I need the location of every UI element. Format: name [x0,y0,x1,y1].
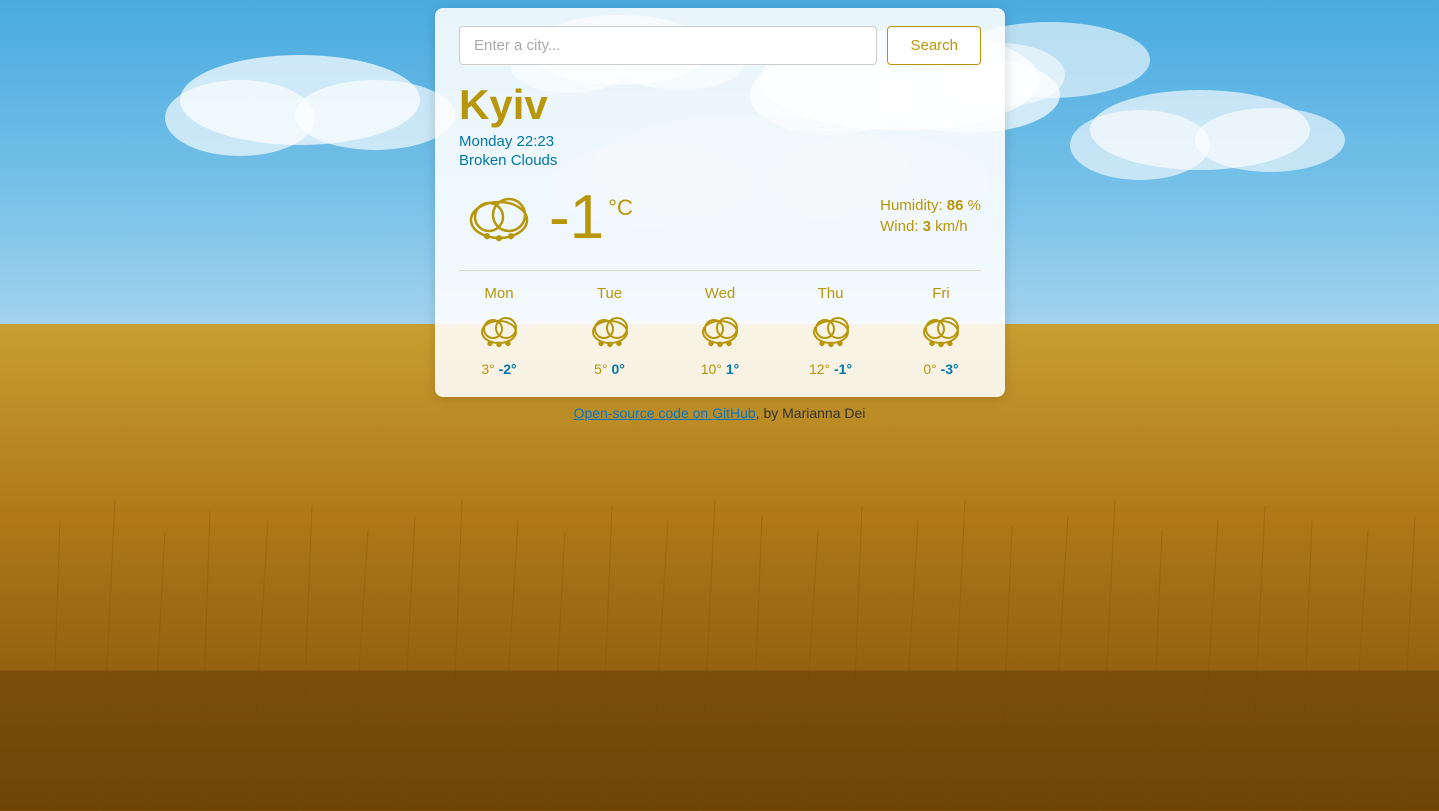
forecast-temps: 5° 0° [594,361,625,377]
forecast-day-thu: Thu * * * 12° -1° [791,285,871,377]
svg-text:*: * [949,342,952,349]
forecast-day-wed: Wed * * * 10° 1° [680,285,760,377]
forecast-icon: * * * [585,308,635,355]
svg-text:*: * [710,342,713,349]
github-link[interactable]: Open-source code on GitHub [574,405,756,421]
city-name: Kyiv [459,81,981,129]
temperature-display: -1 °C [549,187,633,249]
svg-text:*: * [507,342,510,349]
forecast-high: 3° [481,361,494,377]
forecast-icon: * * * [916,308,966,355]
footer: Open-source code on GitHub, by Marianna … [0,405,1439,421]
wheat-field [0,324,1439,811]
forecast-temps: 3° -2° [481,361,516,377]
forecast-day-label: Mon [484,285,513,302]
svg-text:*: * [617,342,620,349]
svg-text:*: * [599,342,602,349]
forecast-icon: * * * [695,308,745,355]
svg-text:*: * [608,343,611,350]
forecast-high: 0° [923,361,936,377]
datetime-display: Monday 22:23 [459,133,981,150]
forecast-day-fri: Fri * * * 0° -3° [901,285,981,377]
svg-text:*: * [497,235,501,245]
city-search-input[interactable] [459,26,877,65]
forecast-day-tue: Tue * * * 5° 0° [570,285,650,377]
forecast-temps: 10° 1° [701,361,739,377]
temperature-unit: °C [608,195,633,221]
humidity-stat: Humidity: 86 % [880,197,981,214]
svg-text:*: * [498,343,501,350]
forecast-day-label: Wed [705,285,736,302]
svg-text:*: * [728,342,731,349]
svg-text:*: * [820,342,823,349]
svg-text:*: * [838,342,841,349]
weather-condition: Broken Clouds [459,152,981,169]
forecast-low: 0° [611,361,624,377]
forecast-day-label: Fri [932,285,950,302]
wind-stat: Wind: 3 km/h [880,218,981,235]
svg-text:*: * [509,233,513,243]
forecast-icon: * * * [806,308,856,355]
forecast-low: -1° [834,361,852,377]
svg-text:*: * [489,342,492,349]
forecast-high: 10° [701,361,722,377]
weather-stats: Humidity: 86 % Wind: 3 km/h [880,197,981,239]
svg-text:*: * [829,343,832,350]
forecast-low: 1° [726,361,739,377]
svg-text:*: * [931,342,934,349]
forecast-temps: 12° -1° [809,361,852,377]
svg-text:*: * [940,343,943,350]
forecast-temps: 0° -3° [923,361,958,377]
weather-card: Search Kyiv Monday 22:23 Broken Clouds *… [435,8,1005,397]
forecast-low: -2° [499,361,517,377]
forecast-day-mon: Mon * * * 3° -2° [459,285,539,377]
forecast-day-label: Tue [597,285,622,302]
temperature-value: -1 [549,187,604,249]
forecast-high: 5° [594,361,607,377]
forecast-high: 12° [809,361,830,377]
forecast-icon: * * * [474,308,524,355]
svg-text:*: * [719,343,722,350]
forecast-row: Mon * * * 3° -2° Tue [459,270,981,377]
search-button[interactable]: Search [887,26,981,65]
search-row: Search [459,26,981,65]
current-weather-row: * * * -1 °C Humidity: 86 % Wind: 3 km/h [459,185,981,250]
svg-text:*: * [485,233,489,243]
forecast-low: -3° [941,361,959,377]
current-weather-icon: * * * [459,185,539,250]
forecast-day-label: Thu [818,285,844,302]
author-credit: , by Marianna Dei [756,405,866,421]
